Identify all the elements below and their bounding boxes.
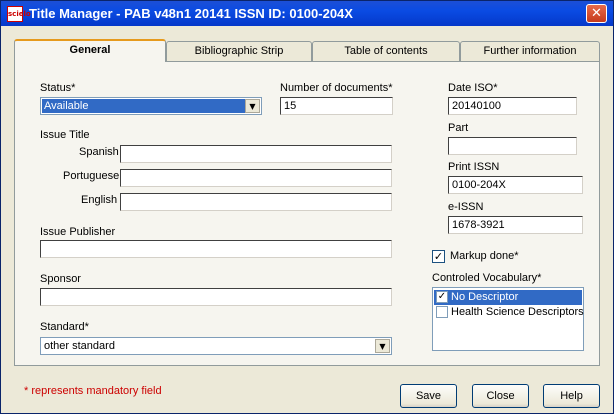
portuguese-title-field[interactable] (120, 169, 392, 187)
issue-publisher-label: Issue Publisher (40, 226, 116, 238)
status-label: Status* (40, 82, 76, 94)
status-select[interactable]: Available ▼ (40, 97, 262, 115)
standard-select[interactable]: other standard ▼ (40, 337, 392, 355)
tab-general[interactable]: General (14, 39, 166, 62)
issue-publisher-field[interactable] (40, 240, 392, 258)
controlled-vocabulary-list[interactable]: ✓ No Descriptor Health Science Descripto… (432, 287, 584, 351)
part-field[interactable] (448, 137, 577, 155)
window-title: Title Manager - PAB v48n1 20141 ISSN ID:… (29, 6, 353, 21)
vocab-checkbox-checked[interactable]: ✓ (436, 291, 448, 303)
save-button[interactable]: Save (400, 384, 457, 408)
scielo-app-icon: scielo (7, 6, 31, 22)
issue-title-label: Issue Title (40, 129, 90, 141)
date-iso-field[interactable]: 20140100 (448, 97, 577, 115)
vocab-option-label: No Descriptor (451, 291, 519, 303)
status-value: Available (42, 99, 245, 113)
tab-bibliographic-strip[interactable]: Bibliographic Strip (166, 41, 312, 62)
vocab-checkbox-unchecked[interactable] (436, 306, 448, 318)
spanish-title-field[interactable] (120, 145, 392, 163)
number-of-documents-field[interactable]: 15 (280, 97, 393, 115)
chevron-down-icon[interactable]: ▼ (245, 99, 260, 113)
portuguese-label: Portuguese (63, 170, 120, 182)
controlled-vocabulary-label: Controled Vocabulary* (432, 272, 542, 284)
tab-bar: General Bibliographic Strip Table of con… (14, 39, 600, 62)
spanish-label: Spanish (79, 146, 119, 158)
close-button[interactable]: Close (472, 384, 529, 408)
sponsor-label: Sponsor (40, 273, 81, 285)
vocab-option-no-descriptor[interactable]: ✓ No Descriptor (434, 290, 582, 305)
standard-label: Standard* (40, 321, 89, 333)
english-label: English (81, 194, 118, 206)
mandatory-field-note: * represents mandatory field (24, 385, 162, 397)
part-label: Part (448, 122, 469, 134)
print-issn-field[interactable]: 0100-204X (448, 176, 583, 194)
eissn-label: e-ISSN (448, 201, 484, 213)
vocab-option-health-science[interactable]: Health Science Descriptors (434, 305, 584, 320)
sponsor-field[interactable] (40, 288, 392, 306)
english-title-field[interactable] (120, 193, 392, 211)
markup-done-label: Markup done* (450, 250, 519, 262)
title-bar[interactable]: scielo Title Manager - PAB v48n1 20141 I… (1, 1, 613, 26)
standard-value: other standard (44, 340, 115, 352)
number-of-documents-label: Number of documents* (280, 82, 393, 94)
markup-done-checkbox[interactable]: ✓ (432, 250, 445, 263)
eissn-field[interactable]: 1678-3921 (448, 216, 583, 234)
help-button[interactable]: Help (543, 384, 600, 408)
title-manager-window: scielo Title Manager - PAB v48n1 20141 I… (0, 0, 614, 414)
vocab-option-label: Health Science Descriptors (451, 306, 584, 318)
print-issn-label: Print ISSN (448, 161, 500, 173)
date-iso-label: Date ISO* (448, 82, 498, 94)
tab-further-information[interactable]: Further information (460, 41, 600, 62)
tab-table-of-contents[interactable]: Table of contents (312, 41, 460, 62)
window-close-button[interactable]: ✕ (586, 4, 607, 23)
chevron-down-icon[interactable]: ▼ (375, 339, 390, 353)
